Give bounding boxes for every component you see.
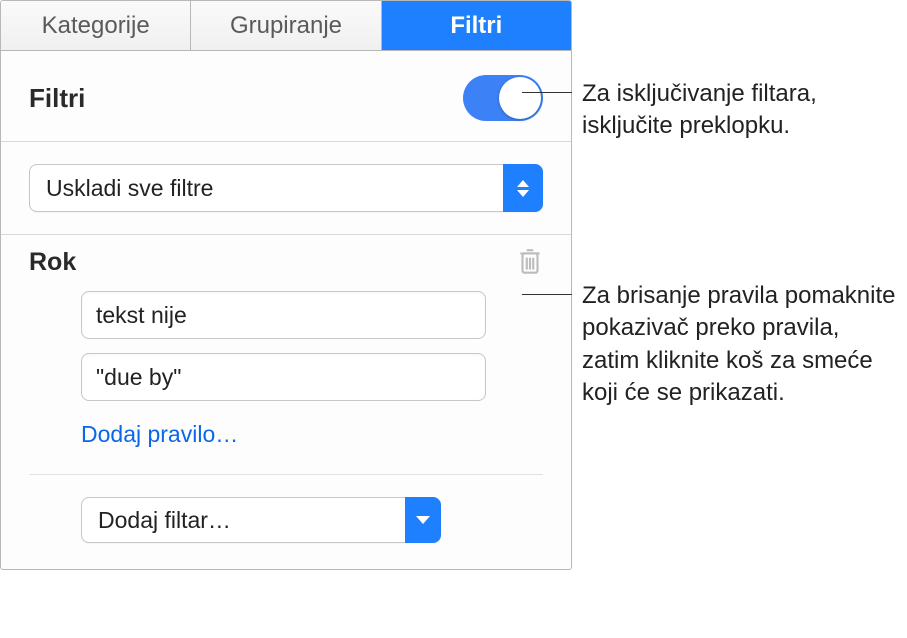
add-filter-value: Dodaj filtar… xyxy=(81,497,441,543)
stepper-icon xyxy=(503,164,543,212)
tab-bar: Kategorije Grupiranje Filtri xyxy=(1,1,571,51)
select-label: Dodaj filtar… xyxy=(98,507,231,534)
filters-toggle[interactable] xyxy=(463,75,543,121)
tab-label: Kategorije xyxy=(42,12,150,39)
callout-text: Za isključivanje filtara, isključite pre… xyxy=(582,78,900,143)
filter-panel: Kategorije Grupiranje Filtri Filtri Uskl… xyxy=(0,0,572,570)
callout-toggle: Za isključivanje filtara, isključite pre… xyxy=(540,78,900,143)
toggle-knob xyxy=(499,77,541,119)
rule-body: tekst nije "due by" Dodaj pravilo… xyxy=(29,291,543,448)
rule-condition-input[interactable]: tekst nije xyxy=(81,291,486,339)
rule-value-text: "due by" xyxy=(96,364,181,391)
rule-header: Rok xyxy=(29,247,543,277)
tab-filters[interactable]: Filtri xyxy=(382,1,571,50)
callout-trash: Za brisanje pravila pomaknite pokazivač … xyxy=(540,280,900,410)
rule-title: Rok xyxy=(29,248,76,277)
add-rule-link[interactable]: Dodaj pravilo… xyxy=(81,421,238,448)
divider xyxy=(29,474,543,475)
tab-label: Filtri xyxy=(450,12,502,39)
rule-value-input[interactable]: "due by" xyxy=(81,353,486,401)
section-title: Filtri xyxy=(29,83,85,114)
match-filter-value: Uskladi sve filtre xyxy=(29,164,543,212)
match-filter-select[interactable]: Uskladi sve filtre xyxy=(29,164,543,212)
tab-grouping[interactable]: Grupiranje xyxy=(191,1,381,50)
chevron-down-icon xyxy=(405,497,441,543)
trash-icon[interactable] xyxy=(517,247,543,277)
add-filter-select[interactable]: Dodaj filtar… xyxy=(81,497,441,543)
section-header: Filtri xyxy=(1,51,571,141)
tab-categories[interactable]: Kategorije xyxy=(1,1,191,50)
rule-condition-value: tekst nije xyxy=(96,302,187,329)
select-label: Uskladi sve filtre xyxy=(46,175,213,202)
tab-label: Grupiranje xyxy=(230,12,342,39)
divider xyxy=(1,234,571,235)
callout-text: Za brisanje pravila pomaknite pokazivač … xyxy=(582,280,900,410)
panel-body: Uskladi sve filtre Rok xyxy=(1,142,571,569)
